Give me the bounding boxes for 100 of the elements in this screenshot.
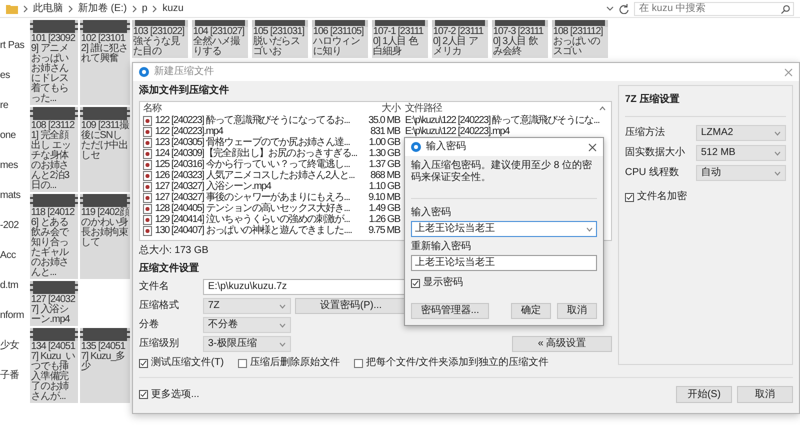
file-tile[interactable]: 108 [231112] おっぱいのスゴい — [552, 20, 608, 58]
file-tile[interactable]: 105 [231031] 脱いだらスゴいお — [252, 20, 308, 58]
column-header[interactable]: 大小 — [356, 103, 400, 114]
file-tile[interactable]: 106 [231105] ハロウィンに知り — [312, 20, 368, 58]
file-tile[interactable]: 101 [230929] アニメおっぱいお姉さんにドレス着てもらった... — [30, 20, 78, 105]
folder-icon — [6, 4, 18, 14]
file-name: 101 [230929] アニメおっぱいお姉さんにドレス着てもらった... — [30, 33, 76, 105]
cancel-button[interactable]: 取消 — [737, 386, 793, 403]
level-dropdown[interactable]: 3-极限压缩 — [203, 336, 291, 352]
nav-item[interactable]: mes — [0, 160, 28, 172]
file-tile[interactable]: 109 [2311撮後にSNしただけ中出しセ — [80, 107, 130, 192]
file-name: 118 [240126] とある飲み会で知り合ったギャルのお姉さんと... — [30, 207, 76, 279]
file-tile[interactable]: 118 [240126] とある飲み会で知り合ったギャルのお姉さんと... — [30, 194, 78, 279]
file-icon — [143, 226, 152, 236]
file-tile[interactable]: 127 [240327] 入浴シーン.mp4 — [30, 281, 78, 326]
more-options-checkbox[interactable]: 更多选项... — [139, 388, 200, 400]
nav-item[interactable]: rt Pas — [0, 40, 28, 52]
dialog-button[interactable]: 确定 — [511, 303, 551, 319]
caret-icon — [586, 226, 593, 232]
file-name: 108 [231112] おっぱいのスゴい — [552, 26, 604, 58]
search-field[interactable]: 在 kuzu 中搜索 — [634, 2, 794, 16]
nav-item[interactable]: Acc — [0, 250, 28, 262]
app-icon — [411, 142, 421, 152]
encrypt-names-checkbox[interactable]: 文件名加密 — [625, 191, 786, 203]
caret-icon — [774, 130, 781, 136]
nav-item[interactable]: one — [0, 130, 28, 142]
file-tile[interactable]: 107-1 [231110] 1人目 色白細身 — [372, 20, 428, 58]
file-tile[interactable]: 134 [240517] Kuzu_いつでも挿入準備完了のお姉さんが... — [30, 328, 78, 403]
refresh-icon[interactable] — [619, 4, 629, 14]
file-name: 122 [240223].mp4 — [155, 126, 224, 137]
nav-item[interactable]: -202 — [0, 220, 28, 232]
field-label: 分卷 — [139, 318, 160, 332]
file-icon — [143, 116, 152, 126]
file-name: 107-2 [231110] 2人目 アメリカ — [432, 26, 484, 58]
column-header[interactable]: 名称 — [143, 103, 356, 114]
file-size: 831 MB — [369, 126, 400, 137]
file-tile[interactable]: 107-3 [231110] 3人目 飲み会終 — [492, 20, 548, 58]
file-size: 1.10 GB — [368, 181, 400, 192]
window-title: 输入密码 — [426, 141, 466, 153]
setting-dropdown[interactable]: LZMA2 — [696, 125, 786, 141]
check-icon — [140, 391, 147, 398]
photo-placeholder — [80, 328, 130, 341]
section-heading: 添加文件到压缩文件 — [139, 85, 230, 97]
setting-dropdown[interactable]: 512 MB — [696, 145, 786, 161]
nav-item[interactable]: d.tm — [0, 280, 28, 292]
column-header[interactable]: 文件路径 — [400, 103, 599, 114]
field-label: 文件名 — [139, 280, 170, 294]
file-tile[interactable]: 103 [231022] 強そうな見た目の — [132, 20, 188, 58]
file-name: 105 [231031] 脱いだらスゴいお — [252, 26, 306, 58]
breadcrumb-item[interactable]: 新加卷 (E:) — [78, 2, 127, 14]
chevron-icon — [152, 4, 158, 12]
file-tile[interactable]: 102 [231012] 誰に犯されて興奮 — [80, 20, 130, 105]
close-icon[interactable] — [588, 142, 597, 152]
filename-field[interactable]: E:\p\kuzu\kuzu.7z — [203, 279, 407, 295]
file-name: 135 [240517] Kuzu_多少 — [80, 341, 126, 373]
field-label: 输入密码 — [411, 207, 452, 219]
photo-placeholder — [132, 20, 188, 26]
breadcrumb-item[interactable]: kuzu — [162, 2, 184, 14]
confirm-password-field[interactable]: 上老王论坛当老王 — [411, 255, 597, 271]
caret-icon[interactable] — [606, 6, 614, 12]
split-dropdown[interactable]: 不分卷 — [203, 317, 291, 333]
file-tile[interactable]: 135 [240517] Kuzu_多少 — [80, 328, 130, 403]
window-title: 新建压缩文件 — [154, 66, 214, 78]
setting-dropdown[interactable]: 自动 — [696, 165, 786, 181]
breadcrumb-item[interactable]: 此电脑 — [33, 2, 63, 14]
dialog-button[interactable]: 取消 — [557, 303, 597, 319]
nav-item[interactable]: re — [0, 100, 28, 112]
option-checkbox[interactable]: 把每个文件/文件夹添加到独立的压缩文件 — [354, 357, 549, 369]
nav-item[interactable]: mats — [0, 190, 28, 202]
option-checkbox[interactable]: 测试压缩文件(T) — [139, 357, 224, 369]
advanced-settings-button[interactable]: « 高级设置 — [512, 336, 612, 352]
file-name: 124 [240309]【完全顔出し】お尻のおっきすぎる... — [155, 148, 356, 159]
file-tile[interactable]: 104 [231027] 全然ハメ撮りする — [192, 20, 248, 58]
total-size: 总大小: 173 GB — [139, 245, 208, 257]
start-button[interactable]: 开始(S) — [676, 386, 732, 403]
file-tile[interactable]: 119 [2402顔のかわい身長お姉拘束して — [80, 194, 130, 279]
show-password-checkbox[interactable]: 显示密码 — [411, 277, 597, 289]
field-label: 压缩级别 — [139, 336, 180, 351]
nav-item[interactable]: 子番 — [0, 370, 28, 382]
nav-item[interactable]: nform — [0, 310, 28, 322]
file-size: 9.10 MB — [367, 192, 400, 203]
nav-item[interactable]: es — [0, 70, 28, 82]
file-icon — [143, 126, 152, 136]
file-name: 130 [240407] おっぱいの神様と遊んできました.... — [155, 225, 353, 236]
scroll-up-icon[interactable] — [599, 106, 606, 111]
dialog-button[interactable]: 密码管理器... — [411, 303, 489, 319]
photo-placeholder — [80, 194, 130, 207]
file-tile[interactable]: 107-2 [231110] 2人目 アメリカ — [432, 20, 488, 58]
file-name: 134 [240517] Kuzu_いつでも挿入準備完了のお姉さんが... — [30, 341, 76, 403]
photo-placeholder — [30, 20, 78, 33]
nav-item[interactable]: 少女 — [0, 340, 28, 352]
password-field[interactable]: 上老王论坛当老王 — [411, 221, 597, 237]
format-dropdown[interactable]: 7Z — [203, 298, 291, 314]
file-tile[interactable]: 108 [231121] 完全顔出し エッチな身体のお姉さんと2泊3日の... — [30, 107, 78, 192]
breadcrumb-item[interactable]: p — [142, 2, 148, 14]
section-heading: 压缩文件设置 — [139, 263, 200, 275]
set-password-button[interactable]: 设置密码(P)... — [295, 298, 407, 314]
photo-placeholder — [80, 107, 130, 120]
option-checkbox[interactable]: 压缩后删除原始文件 — [238, 357, 340, 369]
file-icon — [143, 160, 152, 170]
